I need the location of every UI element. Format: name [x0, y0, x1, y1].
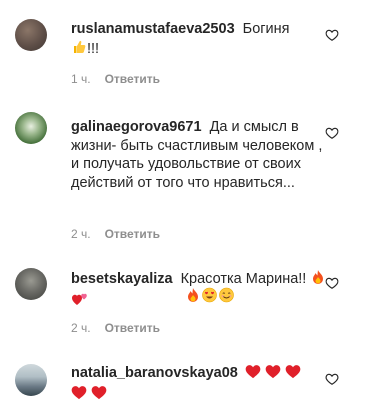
avatar[interactable]	[15, 268, 47, 300]
heart-icon[interactable]	[325, 276, 339, 290]
heart-icon[interactable]	[325, 126, 339, 140]
fire-icon	[185, 287, 201, 309]
comment-meta: 2 ч. Ответить	[71, 227, 160, 241]
comment-time[interactable]: 1 ч.	[71, 72, 91, 86]
avatar[interactable]	[15, 364, 47, 396]
two-hearts-icon	[71, 291, 89, 313]
avatar[interactable]	[15, 112, 47, 144]
reply-button[interactable]: Ответить	[105, 321, 160, 335]
fire-icon	[310, 269, 326, 291]
red-heart-icon	[71, 385, 87, 406]
comment-username[interactable]: galinaegorova9671	[71, 119, 202, 135]
avatar[interactable]	[15, 19, 47, 51]
comment-emoji-line	[185, 287, 265, 309]
comment-username[interactable]: natalia_baranovskaya08	[71, 365, 238, 381]
comment-username[interactable]: ruslanamustafaeva2503	[71, 21, 235, 37]
red-heart-icon	[265, 364, 281, 385]
comment-text-suffix: !!!	[87, 40, 100, 57]
comment-text: Красотка Марина!!	[180, 271, 307, 287]
comment-time[interactable]: 2 ч.	[71, 227, 91, 241]
heart-icon[interactable]	[325, 28, 339, 42]
smiling-face-icon	[218, 287, 235, 309]
red-heart-icon	[285, 364, 301, 385]
comment-time[interactable]: 2 ч.	[71, 321, 91, 335]
comment-meta: 1 ч. Ответить	[71, 72, 160, 86]
comment-meta: 2 ч. Ответить	[71, 321, 160, 335]
reply-button[interactable]: Ответить	[105, 72, 160, 86]
comment-text: Богиня	[242, 21, 290, 37]
red-heart-icon	[245, 364, 261, 385]
heart-icon[interactable]	[325, 372, 339, 386]
comment-username[interactable]: besetskayaliza	[71, 271, 173, 287]
comment-body: galinaegorova9671 Да и смысл в жизни- бы…	[71, 118, 333, 192]
thumbs-up-icon	[71, 39, 87, 61]
reply-button[interactable]: Ответить	[105, 227, 160, 241]
red-heart-icon	[91, 385, 107, 406]
comment-body: natalia_baranovskaya08	[71, 364, 333, 405]
heart-eyes-icon	[201, 287, 218, 309]
comment-body: ruslanamustafaeva2503 Богиня !!!	[71, 20, 333, 60]
